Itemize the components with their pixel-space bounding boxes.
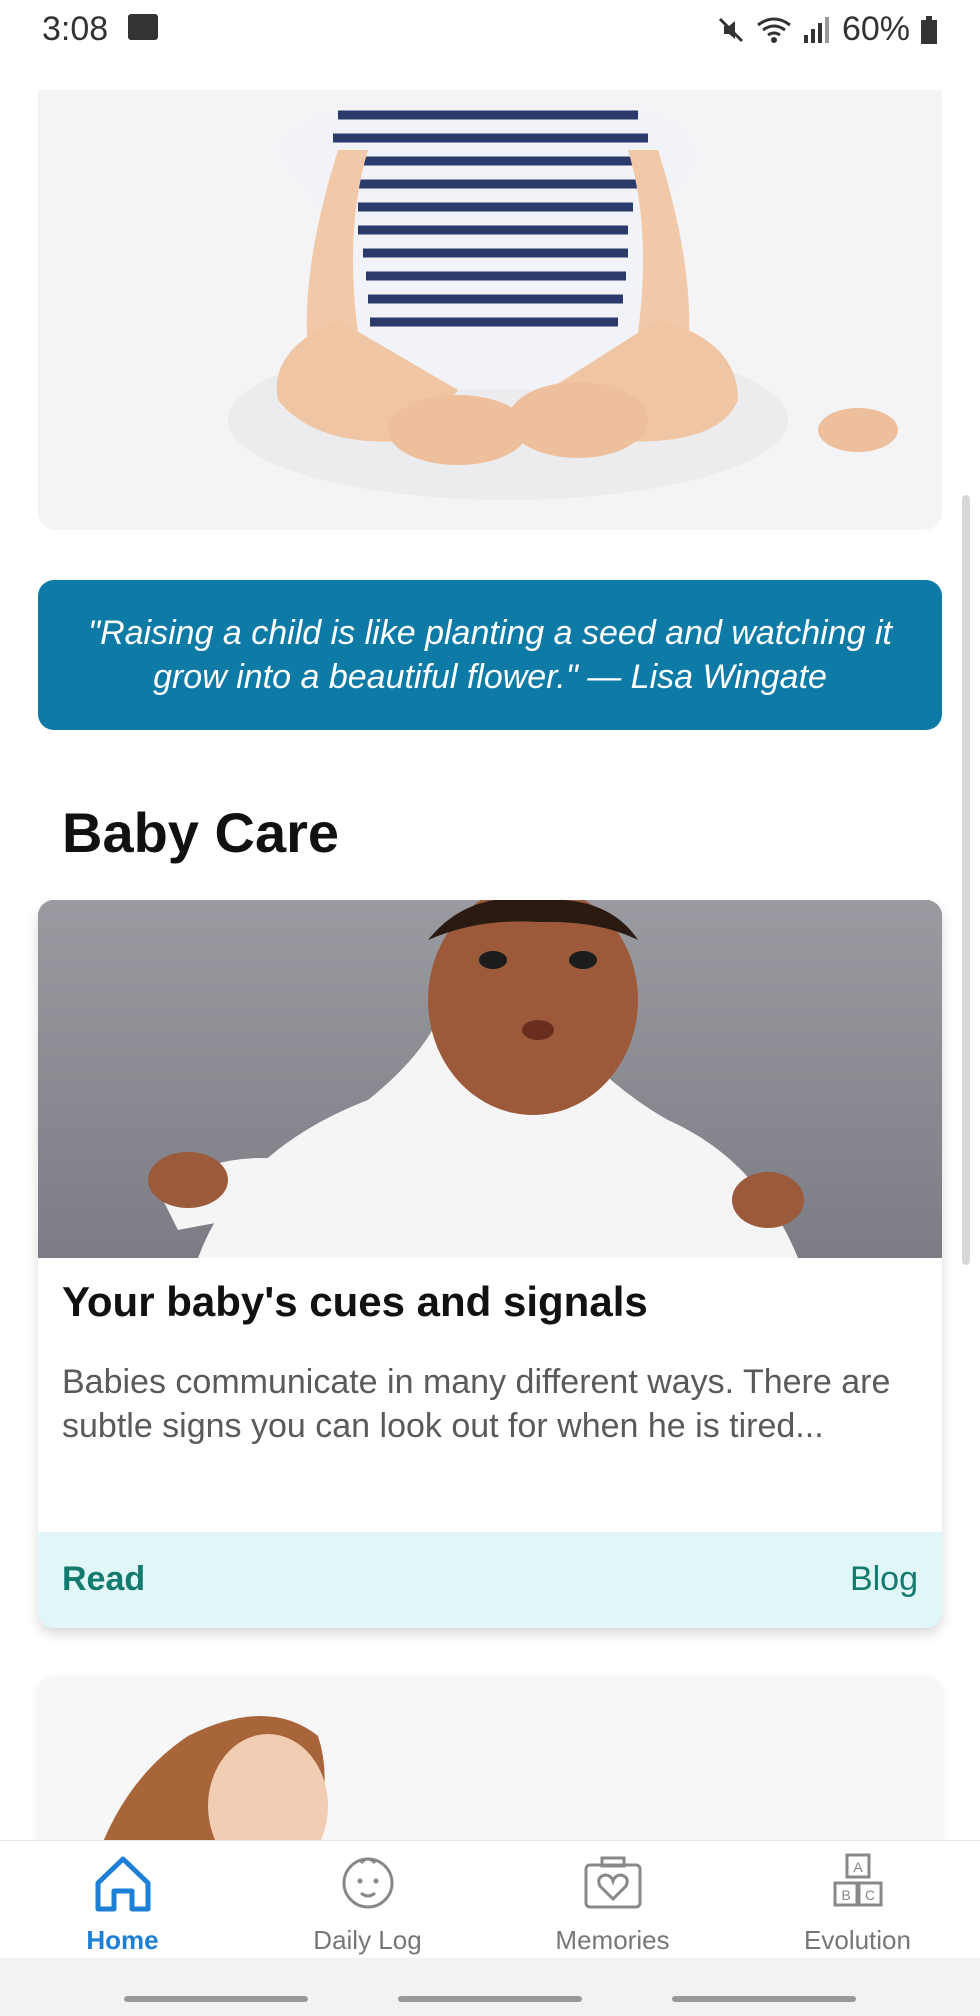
battery-percent: 60%	[841, 10, 910, 48]
tab-home-label: Home	[86, 1925, 159, 1955]
quote-banner: "Raising a child is like planting a seed…	[38, 580, 942, 730]
system-nav-bar	[0, 1958, 980, 2016]
tab-home[interactable]: Home	[0, 1841, 245, 1959]
signal-icon	[803, 16, 829, 43]
article-footer: Read Blog	[38, 1532, 942, 1628]
home-icon	[95, 1856, 150, 1912]
camera-heart-icon	[584, 1856, 641, 1909]
home-nav-button[interactable]	[398, 1996, 582, 2002]
feed-scroll-area[interactable]: "Raising a child is like planting a seed…	[0, 90, 980, 1840]
tab-memories-label: Memories	[555, 1925, 670, 1955]
baby-face-icon	[342, 1857, 393, 1909]
tab-memories[interactable]: Memories	[490, 1841, 735, 1959]
baby-sitting-photo	[38, 90, 942, 530]
bottom-tab-bar: Home Daily Log Memories A B C Evolution	[0, 1840, 980, 1959]
wifi-icon	[757, 17, 791, 43]
scrollbar[interactable]	[962, 495, 970, 1265]
back-nav-button[interactable]	[672, 1996, 856, 2002]
svg-text:C: C	[864, 1887, 874, 1903]
tab-evolution[interactable]: A B C Evolution	[735, 1841, 980, 1959]
section-title-baby-care: Baby Care	[62, 801, 340, 864]
article-card[interactable]: Your baby's cues and signals Babies comm…	[38, 900, 942, 1628]
gallery-notification-icon	[128, 14, 158, 40]
article-description: Babies communicate in many different way…	[62, 1363, 891, 1445]
status-bar: 3:08 60%	[0, 0, 980, 60]
article-title[interactable]: Your baby's cues and signals	[62, 1278, 648, 1326]
baby-article-photo	[38, 900, 942, 1258]
tab-daily-log[interactable]: Daily Log	[245, 1841, 490, 1959]
article-card-next[interactable]	[38, 1676, 942, 1840]
read-button[interactable]: Read	[62, 1560, 145, 1599]
svg-text:B: B	[841, 1887, 850, 1903]
status-icons: 60%	[716, 10, 938, 49]
status-time: 3:08	[42, 10, 109, 48]
article-category: Blog	[849, 1560, 918, 1598]
mother-article-photo	[38, 1676, 942, 1840]
recent-apps-button[interactable]	[124, 1996, 308, 2002]
svg-text:A: A	[853, 1859, 863, 1875]
mute-icon	[718, 17, 743, 42]
abc-blocks-icon: A B C	[833, 1853, 882, 1907]
battery-icon	[921, 15, 937, 44]
tab-daily-log-label: Daily Log	[313, 1925, 422, 1955]
tab-evolution-label: Evolution	[804, 1925, 911, 1955]
